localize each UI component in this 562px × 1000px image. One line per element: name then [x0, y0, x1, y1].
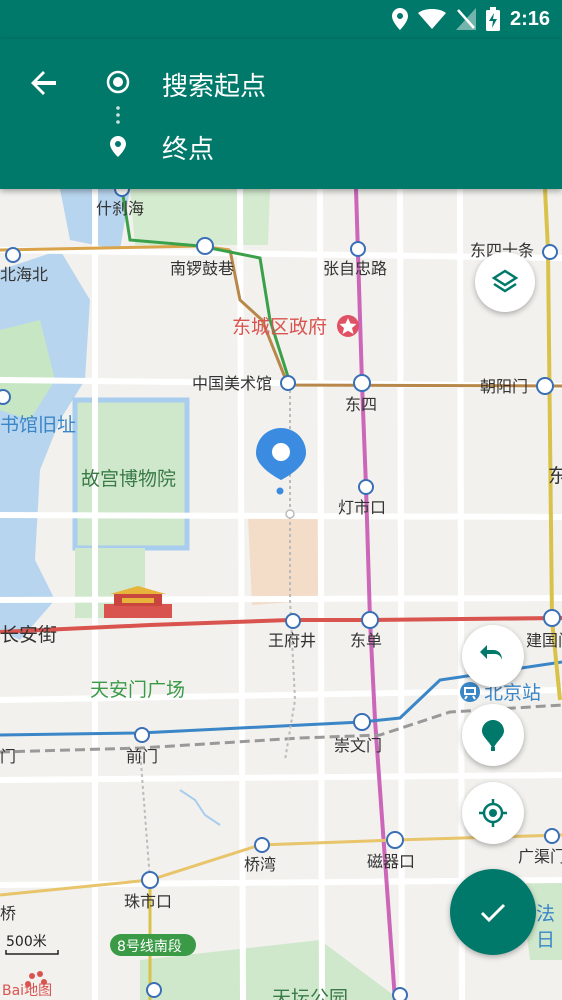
label-wangfujing: 王府井 [268, 631, 316, 650]
label-jianguomen: 建国门 [526, 631, 562, 650]
label-shichahai: 什刹海 [96, 199, 144, 218]
crosshair-icon [479, 799, 507, 827]
confirm-button[interactable] [450, 869, 536, 955]
battery-charging-icon [485, 7, 500, 31]
park-north [130, 189, 270, 245]
map-pin-icon [482, 720, 504, 751]
label-qianmen: 前门 [126, 747, 158, 766]
label-fa-edge: 法 [536, 903, 555, 925]
start-point-icon [106, 70, 130, 94]
label-beihaibei: 北海北 [0, 265, 48, 284]
label-ciqikou: 磁器口 [367, 852, 415, 871]
label-qiaowan: 桥湾 [244, 855, 276, 874]
location-status-icon [391, 8, 408, 30]
check-icon [480, 903, 506, 923]
route-search-header: 搜索起点 终点 [0, 39, 562, 189]
layers-button[interactable] [475, 252, 535, 312]
label-dengshikou: 灯市口 [338, 498, 386, 517]
label-dongsi: 东四 [345, 395, 377, 414]
label-dong-edge: 东 [548, 465, 562, 487]
start-point-input[interactable]: 搜索起点 [162, 66, 266, 103]
end-point-input[interactable]: 终点 [162, 129, 214, 166]
label-qianmen-edge: 门 [0, 747, 16, 766]
undo-icon [480, 645, 502, 660]
label-chongwenmen: 崇文门 [334, 736, 382, 755]
label-meishuguan: 中国美术馆 [192, 374, 272, 393]
back-arrow-icon[interactable] [26, 65, 62, 101]
status-time: 2:16 [509, 7, 550, 30]
label-tiananmen-square: 天安门广场 [90, 679, 185, 701]
drop-pin-button[interactable] [462, 704, 524, 766]
label-ri-edge: 日 [536, 929, 555, 951]
label-zhushikou: 珠市口 [124, 892, 172, 911]
undo-button[interactable] [462, 625, 524, 687]
my-location-button[interactable] [462, 782, 524, 844]
label-library: 书馆旧址 [0, 414, 76, 436]
end-point-pin-icon [110, 136, 126, 157]
route-node [285, 509, 295, 519]
label-guangqumen: 广渠门 [518, 847, 562, 866]
label-zhangzizhonglu: 张自忠路 [323, 259, 387, 278]
label-changanjie: 长安街 [0, 624, 57, 646]
label-dongcheng-gov: 东城区政府 [232, 316, 327, 338]
route-connector-dots [116, 106, 120, 124]
layers-icon [491, 269, 519, 293]
wifi-icon [417, 9, 446, 29]
scale-label: 500米 [6, 934, 47, 950]
label-dongdan: 东单 [350, 631, 382, 650]
label-qiao-edge: 桥 [0, 904, 16, 923]
railway-station-icon [460, 682, 480, 702]
wangfujing-area [248, 515, 322, 605]
baidu-logo-text: Bai地图 [2, 983, 52, 999]
label-line8: 8号线南段 [117, 939, 182, 955]
status-bar: 2:16 [0, 0, 562, 39]
no-signal-icon [455, 8, 476, 30]
label-nanluoguxiang: 南锣鼓巷 [170, 259, 234, 278]
label-chaoyangmen: 朝阳门 [480, 377, 528, 396]
label-palace-museum: 故宫博物院 [81, 468, 176, 490]
label-tiantan: 天坛公园 [272, 987, 348, 1000]
